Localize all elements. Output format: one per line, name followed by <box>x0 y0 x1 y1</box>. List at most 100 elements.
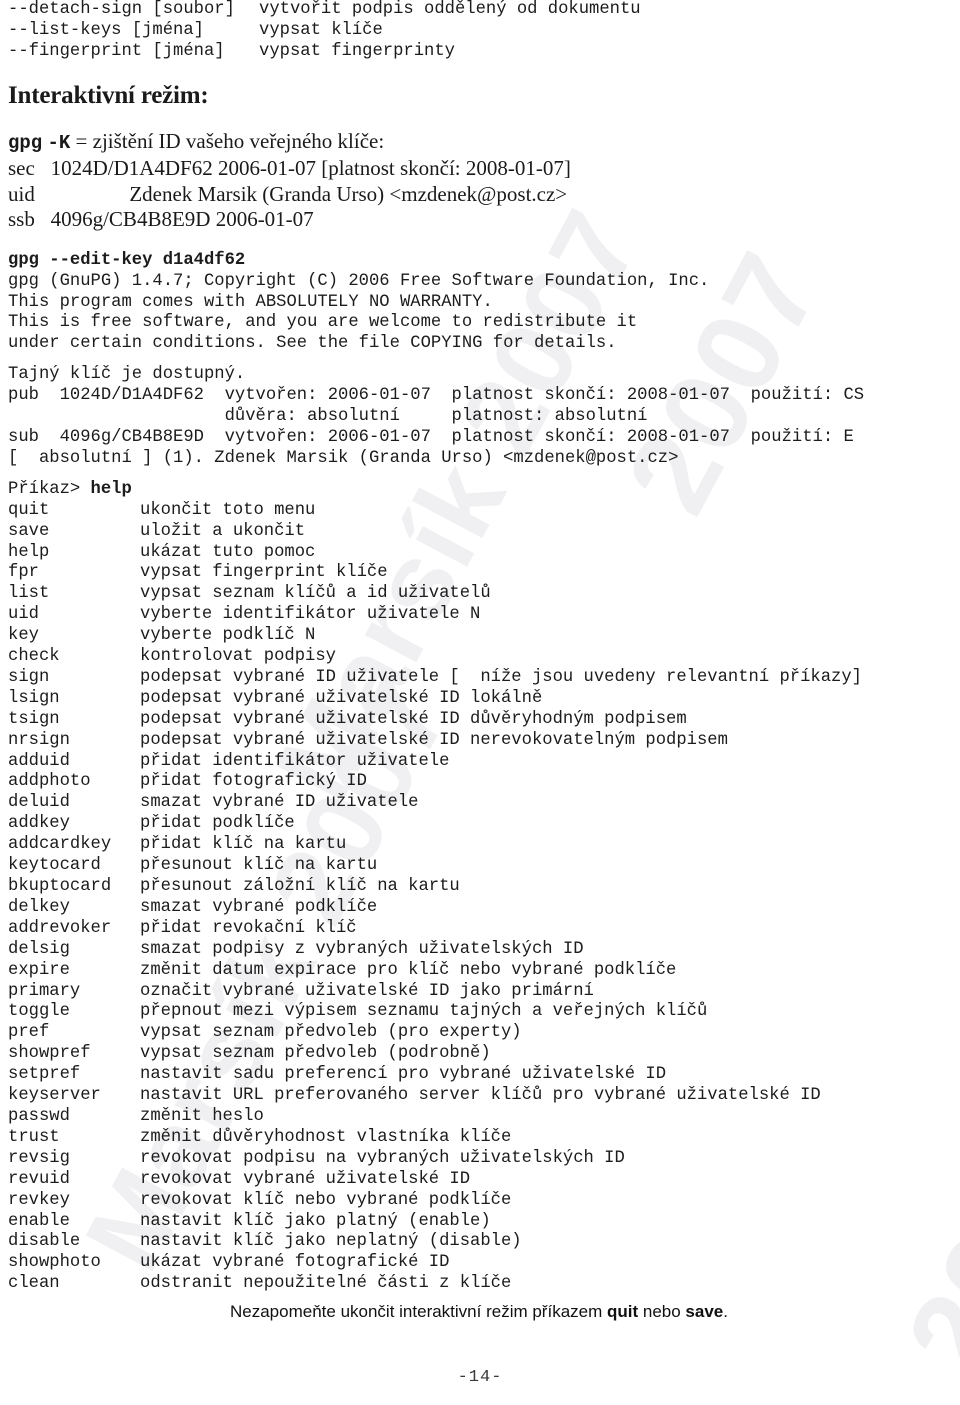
help-command-description: nastavit klíč jako platný (enable) <box>140 1211 491 1231</box>
help-command-name: nrsign <box>8 730 70 750</box>
help-command-description: odstranit nepoužitelné části z klíče <box>140 1274 512 1294</box>
gpg-command-caption: = zjištění ID vašeho veřejného klíče: <box>70 128 385 153</box>
table-row: addphoto přidat fotografický ID <box>8 772 862 793</box>
gnupg-banner-line-4: under certain conditions. See the file C… <box>8 334 617 354</box>
table-row: passwd změnit heslo <box>8 1107 862 1128</box>
help-command-name: revkey <box>8 1190 70 1210</box>
secret-key-available-line: Tajný klíč je dostupný. <box>8 365 246 385</box>
top-option-description: vypsat fingerprinty <box>259 41 455 61</box>
help-command-name: help <box>8 542 50 562</box>
top-option-description: vytvořit podpis oddělený od dokumentu <box>259 0 641 19</box>
pub-key-line: pub 1024D/D1A4DF62 vytvořen: 2006-01-07 … <box>8 386 865 406</box>
table-row: --detach-sign [soubor] vytvořit podpis o… <box>8 0 641 21</box>
trust-validity-line: důvěra: absolutní platnost: absolutní <box>8 407 648 427</box>
help-command-name: delkey <box>8 897 70 917</box>
sub-key-line: sub 4096g/CB4B8E9D vytvořen: 2006-01-07 … <box>8 427 854 447</box>
table-row: revsig revokovat podpisu na vybraných uži… <box>8 1149 862 1170</box>
help-command-description: podepsat vybrané uživatelské ID nerevoko… <box>140 730 728 750</box>
table-row: delkey smazat vybrané podklíče <box>8 898 862 919</box>
key-line-ssb: ssb 4096g/CB4B8E9D 2006-01-07 <box>8 207 314 232</box>
help-command-description: vypsat seznam předvoleb (podrobně) <box>140 1044 491 1064</box>
help-command-description: nastavit URL preferovaného server klíčů … <box>140 1086 821 1106</box>
footer-note-save: save <box>685 1302 724 1322</box>
gnupg-banner-line-2: This program comes with ABSOLUTELY NO WA… <box>8 292 493 312</box>
help-command-description: přidat identifikátor uživatele <box>140 751 450 771</box>
footer-note: Nezapomeňte ukončit interaktivní režim p… <box>8 1302 950 1322</box>
help-command-name: tsign <box>8 709 60 729</box>
table-row: revkey revokovat klíč nebo vybrané podklí… <box>8 1191 862 1212</box>
command-prompt-line: Příkaz> help <box>8 480 950 501</box>
help-command-description: revokovat podpisu na vybraných uživatels… <box>140 1148 625 1168</box>
help-command-description: vypsat seznam klíčů a id uživatelů <box>140 584 491 604</box>
table-row: toggle přepnout mezi výpisem seznamu tajn… <box>8 1002 862 1023</box>
table-row: nrsign podepsat vybrané uživatelské ID ne… <box>8 731 862 752</box>
table-row: list vypsat seznam klíčů a id uživatelů <box>8 584 862 605</box>
table-row: addcardkey přidat klíč na kartu <box>8 835 862 856</box>
help-command-description: přesunout klíč na kartu <box>140 856 378 876</box>
help-command-description: podepsat vybrané uživatelské ID lokálně <box>140 688 543 708</box>
help-command-description: smazat podpisy z vybraných uživatelských… <box>140 939 584 959</box>
help-command-name: clean <box>8 1274 60 1294</box>
help-command-name: passwd <box>8 1106 70 1126</box>
help-command-name: enable <box>8 1211 70 1231</box>
help-command-name: adduid <box>8 751 70 771</box>
help-command-description: smazat vybrané ID uživatele <box>140 793 419 813</box>
gnupg-banner-line-1: gpg (GnuPG) 1.4.7; Copyright (C) 2006 Fr… <box>8 271 710 291</box>
help-command-description: přidat revokační klíč <box>140 918 357 938</box>
help-command-description: revokovat vybrané uživatelské ID <box>140 1169 471 1189</box>
table-row: clean odstranit nepoužitelné části z klíč… <box>8 1274 862 1295</box>
table-row: uid vyberte identifikátor uživatele N <box>8 605 862 626</box>
help-command-name: sign <box>8 667 50 687</box>
help-command-description: podepsat vybrané uživatelské ID důvěryho… <box>140 709 687 729</box>
help-command-description: přesunout záložní klíč na kartu <box>140 877 460 896</box>
help-command-name: revuid <box>8 1169 70 1189</box>
help-command-description: kontrolovat podpisy <box>140 647 336 667</box>
help-command-name: keytocard <box>8 856 101 876</box>
top-option-name: --fingerprint [jména] <box>8 41 225 61</box>
table-row: primary označit vybrané uživatelské ID ja… <box>8 982 862 1003</box>
table-row: lsign podepsat vybrané uživatelské ID lok… <box>8 689 862 710</box>
help-command-name: check <box>8 647 60 667</box>
table-row: save uložit a ukončit <box>8 522 862 543</box>
table-row: --list-keys [jména] vypsat klíče <box>8 21 641 42</box>
help-command-name: fpr <box>8 563 39 583</box>
table-row: trust změnit důvěryhodnost vlastníka klíč… <box>8 1128 862 1149</box>
help-command-name: list <box>8 584 50 604</box>
help-command-name: primary <box>8 981 81 1001</box>
help-command-name: revsig <box>8 1148 70 1168</box>
help-command-name: pref <box>8 1023 50 1043</box>
help-command-name: expire <box>8 960 70 980</box>
help-command-name: keyserver <box>8 1086 101 1106</box>
help-command-description: uložit a ukončit <box>140 521 306 541</box>
help-command-name: trust <box>8 1127 60 1147</box>
help-command-description: přidat fotografický ID <box>140 772 367 792</box>
help-command-name: setpref <box>8 1065 81 1085</box>
table-row: keyserver nastavit URL preferovaného serv… <box>8 1086 862 1107</box>
footer-note-prefix: Nezapomeňte ukončit interaktivní režim p… <box>230 1302 607 1322</box>
help-command-name: save <box>8 521 50 541</box>
table-row: --fingerprint [jména] vypsat fingerprint… <box>8 42 641 63</box>
help-command-name: quit <box>8 500 50 520</box>
help-command-description: revokovat klíč nebo vybrané podklíče <box>140 1190 512 1210</box>
section-heading: Interaktivní režim: <box>8 81 209 109</box>
table-row: tsign podepsat vybrané uživatelské ID dův… <box>8 710 862 731</box>
table-row: showpref vypsat seznam předvoleb (podrobn… <box>8 1044 862 1065</box>
top-option-name: --detach-sign [soubor] <box>8 0 235 19</box>
table-row: quit ukončit toto menu <box>8 501 862 522</box>
help-command-name: key <box>8 626 39 646</box>
gpg-command-name: gpg <box>8 131 43 154</box>
key-line-sec: sec 1024D/D1A4DF62 2006-01-07 [platnost … <box>8 156 571 181</box>
footer-note-quit: quit <box>607 1302 639 1322</box>
table-row: disable nastavit klíč jako neplatný (disa… <box>8 1232 862 1253</box>
key-line-uid: uid Zdenek Marsik (Granda Urso) <mzdenek… <box>8 181 568 206</box>
table-row: setpref nastavit sadu preferencí pro vybr… <box>8 1065 862 1086</box>
table-row: sign podepsat vybrané ID uživatele [ níže… <box>8 668 862 689</box>
top-option-description: vypsat klíče <box>259 20 383 40</box>
help-command-description: změnit heslo <box>140 1106 264 1126</box>
table-row: key vyberte podklíč N <box>8 626 862 647</box>
help-command-description: vypsat seznam předvoleb (pro experty) <box>140 1023 522 1043</box>
